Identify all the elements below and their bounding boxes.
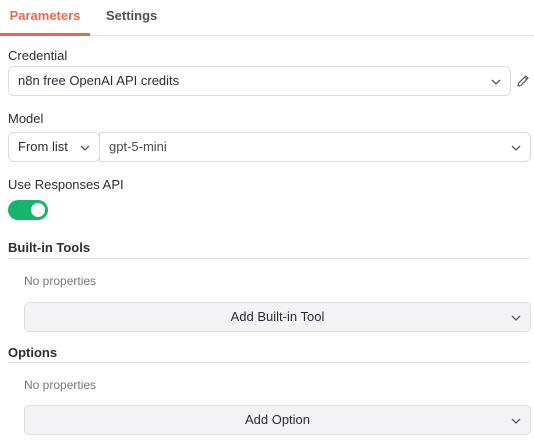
tab-bar: Parameters Settings [0,0,534,36]
builtin-tools-title: Built-in Tools [8,240,91,255]
chevron-down-icon [510,415,522,427]
add-builtin-tool-button[interactable]: Add Built-in Tool [24,302,531,332]
pencil-icon[interactable] [515,73,531,89]
divider [8,362,530,363]
chevron-down-icon [510,312,522,324]
responses-api-toggle[interactable] [8,200,48,220]
model-label: Model [8,111,44,126]
tab-parameters[interactable]: Parameters [0,0,90,36]
add-option-label: Add Option [244,412,311,427]
add-builtin-tool-label: Add Built-in Tool [230,309,325,324]
tab-settings[interactable]: Settings [106,0,157,36]
credential-label: Credential [8,48,68,63]
credential-value: n8n free OpenAI API credits [18,73,180,88]
builtin-tools-empty-text: No properties [24,274,97,288]
options-title: Options [8,345,58,360]
responses-api-label: Use Responses API [8,177,124,192]
options-empty-text: No properties [24,378,97,392]
toggle-knob [31,203,45,217]
credential-select[interactable]: n8n free OpenAI API credits [8,66,511,96]
model-select[interactable]: gpt-5-mini [99,132,531,162]
chevron-down-icon [490,76,502,88]
model-value: gpt-5-mini [109,139,167,154]
divider [8,258,530,259]
node-parameters-panel: Parameters Settings Credential n8n free … [0,0,534,441]
model-mode-select[interactable]: From list [8,132,100,162]
add-option-button[interactable]: Add Option [24,405,531,435]
chevron-down-icon [510,142,522,154]
chevron-down-icon [79,142,91,154]
model-mode-value: From list [18,139,68,154]
